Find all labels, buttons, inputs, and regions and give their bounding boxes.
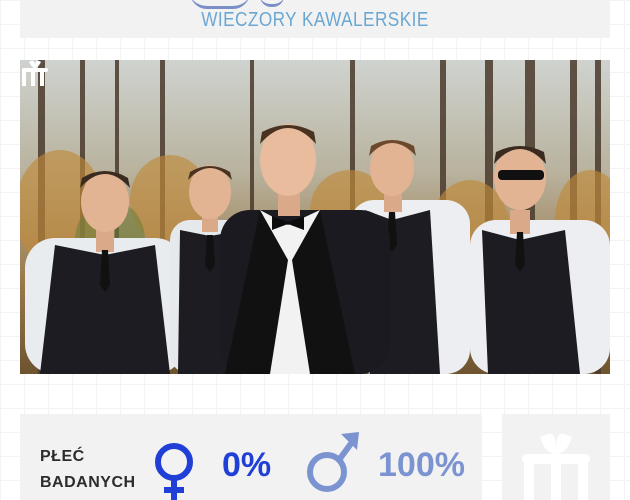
stats-label: PŁEĆ BADANYCH: [40, 448, 136, 491]
brand-watermark-icon: [22, 60, 48, 86]
page-subtitle: WIECZORY KAWALERSKIE: [201, 9, 429, 31]
brand-logo-icon: [522, 433, 590, 500]
header-card: WIECZORY KAWALERSKIE: [20, 0, 610, 38]
forest-scene: [20, 60, 610, 374]
male-percentage: 100%: [378, 446, 465, 484]
header-script-decoration: [260, 0, 284, 7]
header-script-decoration: [190, 0, 250, 9]
side-card: [502, 414, 610, 500]
female-percentage: 0%: [222, 446, 272, 484]
group-photo: [20, 60, 610, 374]
female-symbol-icon: [155, 443, 193, 500]
gender-stats-card: PŁEĆ BADANYCH 0% 100%: [20, 414, 482, 500]
male-symbol-icon: [307, 432, 359, 492]
